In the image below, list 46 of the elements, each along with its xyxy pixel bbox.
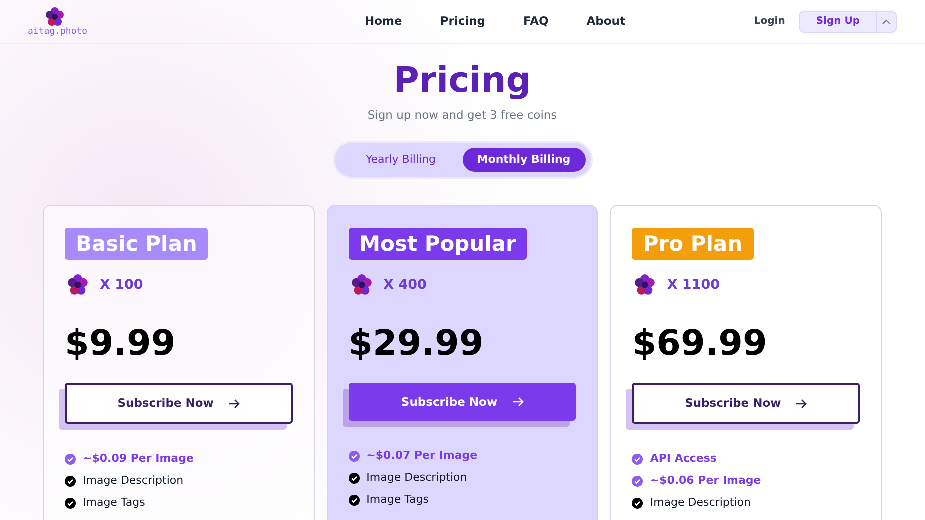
check-circle-icon [65,476,76,487]
nav-link[interactable]: Home [365,12,402,30]
coin-count: X 400 [384,276,427,296]
arrow-right-icon [228,398,240,409]
nav-link[interactable]: Pricing [440,12,486,30]
coin-count: X 100 [100,276,144,296]
check-circle-icon [632,476,644,487]
arrow-right-icon [795,398,808,409]
check-circle-icon [632,498,644,509]
plan-price: $9.99 [65,323,177,366]
flower-logo-icon [45,6,65,26]
feature-text: Image Tags [83,495,146,511]
feature-text: Image Description [366,470,468,486]
flower-coin-icon [67,274,89,296]
chevron-up-icon[interactable] [882,18,891,24]
feature-text: ~$0.07 Per Image [366,448,478,464]
check-circle-icon [65,454,76,465]
check-circle-icon [348,450,360,462]
plan-badge: Pro Plan [632,228,754,260]
flower-coin-icon [634,274,656,296]
flower-coin-icon [350,274,373,296]
check-circle-icon [348,472,360,484]
plan-badge: Most Popular [348,228,528,260]
check-circle-icon [65,498,76,509]
feature-text: Image Description [650,495,751,511]
plan-badge: Basic Plan [65,228,208,260]
nav-link[interactable]: About [586,12,626,30]
plan-price: $69.99 [632,323,768,366]
feature-text: Image Description [83,473,184,489]
logo-text[interactable]: aitag.photo [28,28,88,36]
check-circle-icon [348,494,360,506]
feature-text: ~$0.06 Per Image [650,473,762,489]
feature-text: Image Tags [366,492,429,508]
billing-tab[interactable]: Monthly Billing [462,148,586,172]
signup-split-button[interactable]: Sign Up [799,10,897,32]
feature-text: ~$0.09 Per Image [83,451,194,467]
nav-link[interactable]: FAQ [524,12,549,30]
page-title: Pricing [394,60,532,103]
feature-text: API Access [650,451,717,467]
billing-tab[interactable]: Yearly Billing [340,148,462,172]
login-link[interactable]: Login [754,14,786,29]
coin-count: X 1100 [667,276,720,296]
plan-price: $29.99 [348,323,485,366]
check-circle-icon [632,454,644,465]
page-subtitle: Sign up now and get 3 free coins [368,107,558,124]
arrow-right-icon [512,397,524,408]
